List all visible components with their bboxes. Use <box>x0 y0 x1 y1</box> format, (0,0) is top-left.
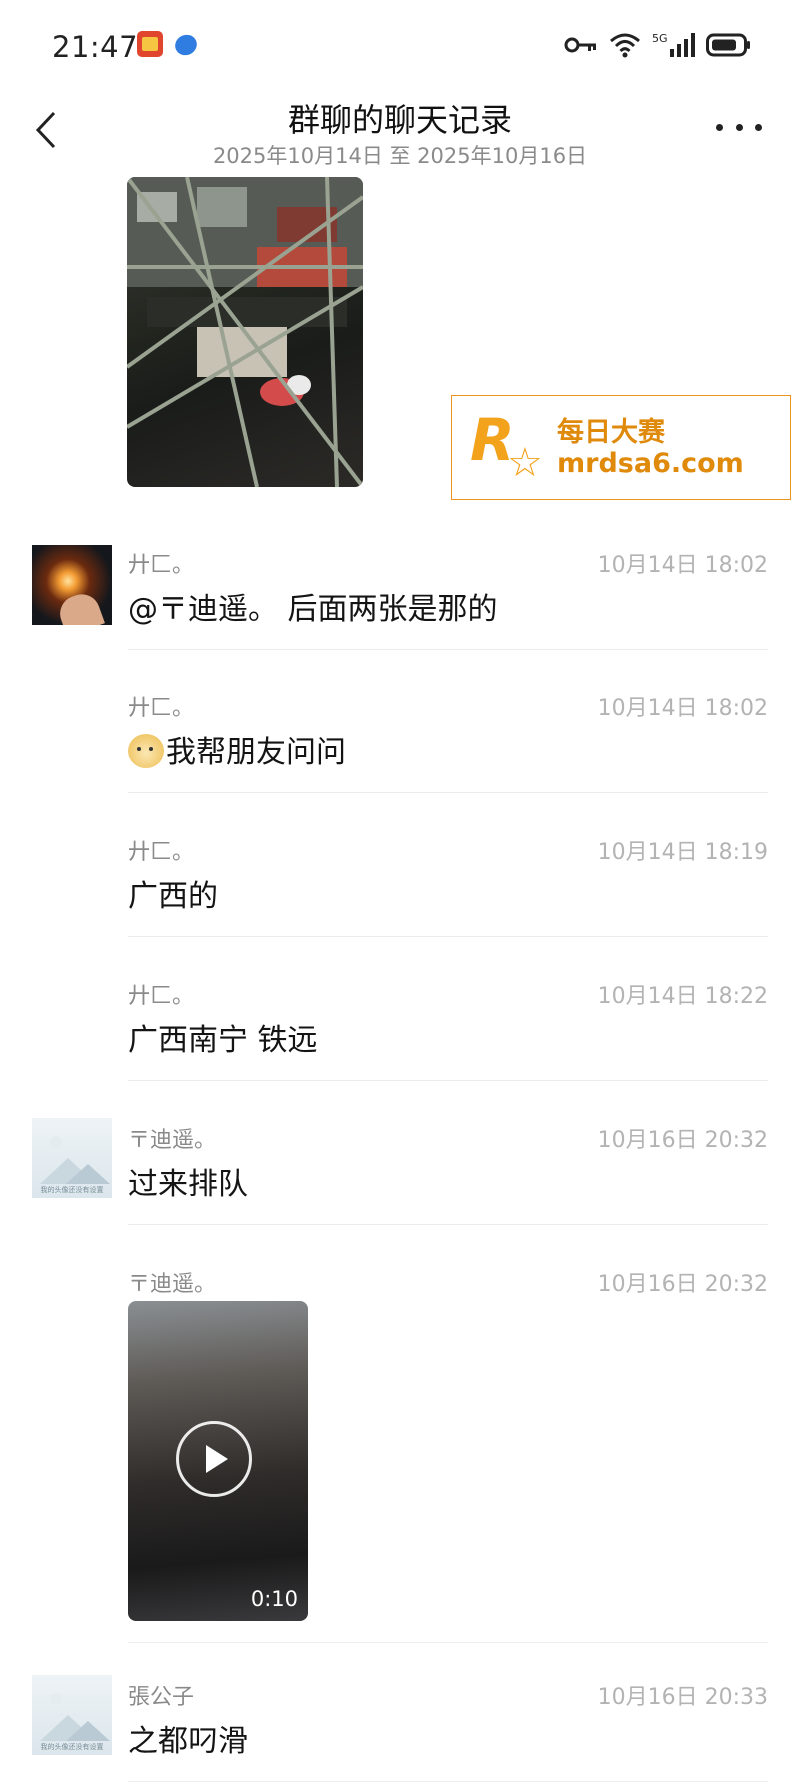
signal-5g-icon: 5G <box>652 31 696 59</box>
sender-name: 〒迪遥。 <box>128 1272 217 1297</box>
avatar[interactable]: 我的头像还没有设置 <box>32 1675 112 1755</box>
divider <box>128 1781 768 1782</box>
chat-message[interactable]: 廾匚。 10月14日 18:02 @〒迪遥。 后面两张是那的 <box>0 537 800 651</box>
status-time: 21:47 <box>52 30 139 64</box>
divider <box>128 1080 768 1081</box>
avatar-caption: 我的头像还没有设置 <box>40 1743 104 1751</box>
photo-content <box>127 177 363 487</box>
sender-name: 張公子 <box>128 1685 195 1710</box>
sender-name: 廾匚。 <box>128 840 195 865</box>
divider <box>128 1642 768 1643</box>
dot-icon <box>716 123 723 131</box>
watermark-brand-cn: 每日大赛 <box>557 417 665 448</box>
message-time: 10月16日 20:33 <box>597 1685 768 1710</box>
play-icon[interactable] <box>176 1421 252 1497</box>
message-text: 我帮朋友问问 <box>166 735 346 770</box>
message-text-row: 我帮朋友问问 <box>128 727 346 771</box>
divider <box>128 1224 768 1225</box>
chat-message[interactable]: 廾匚。 10月14日 18:19 广西的 <box>0 824 800 938</box>
browser-notification-icon <box>171 31 201 59</box>
sun-icon <box>50 1693 62 1705</box>
svg-text:5G: 5G <box>652 32 668 45</box>
chat-message[interactable]: 廾匚。 10月14日 18:02 我帮朋友问问 <box>0 680 800 794</box>
video-thumbnail[interactable]: 0:10 <box>128 1301 308 1621</box>
sender-name: 廾匚。 <box>128 984 195 1009</box>
message-text: 广西的 <box>128 879 218 914</box>
wifi-icon <box>608 31 642 59</box>
message-time: 10月14日 18:22 <box>597 984 768 1009</box>
video-duration: 0:10 <box>250 1587 298 1611</box>
app-notification-icon <box>137 31 163 57</box>
mountain-icon <box>66 1164 110 1184</box>
sun-icon <box>50 1136 62 1148</box>
dot-icon <box>735 123 743 131</box>
dot-icon <box>755 123 762 131</box>
message-text: 广西南宁 铁远 <box>128 1023 318 1058</box>
status-indicators: 5G <box>564 28 752 62</box>
message-text: @〒迪遥。 后面两张是那的 <box>128 592 498 627</box>
message-text: 之都叼滑 <box>128 1724 248 1759</box>
avatar[interactable]: 我的头像还没有设置 <box>32 1118 112 1198</box>
chat-message[interactable]: 廾匚。 10月14日 18:22 广西南宁 铁远 <box>0 968 800 1082</box>
mountain-icon <box>66 1721 110 1741</box>
divider <box>128 936 768 937</box>
message-time: 10月14日 18:02 <box>597 553 768 578</box>
watermark-url: mrdsa6.com <box>557 448 744 479</box>
divider <box>128 792 768 793</box>
message-time: 10月16日 20:32 <box>597 1272 768 1297</box>
divider <box>128 649 768 650</box>
sender-name: 〒迪遥。 <box>128 1128 217 1153</box>
date-range: 2025年10月14日 至 2025年10月16日 <box>212 144 588 168</box>
avatar[interactable] <box>32 545 112 625</box>
more-options-button[interactable] <box>716 112 762 142</box>
message-time: 10月16日 20:32 <box>597 1128 768 1153</box>
battery-icon <box>706 33 752 57</box>
doge-emoji-icon <box>128 734 164 768</box>
sender-name: 廾匚。 <box>128 553 195 578</box>
star-icon: ☆ <box>507 440 543 486</box>
chat-message[interactable]: 我的头像还没有设置 張公子 10月16日 20:33 之都叼滑 <box>0 1669 800 1783</box>
message-text: 过来排队 <box>128 1167 248 1202</box>
chat-message[interactable]: 〒迪遥。 10月16日 20:32 0:10 <box>0 1256 800 1644</box>
sender-name: 廾匚。 <box>128 696 195 721</box>
page-title: 群聊的聊天记录 <box>287 101 512 139</box>
message-time: 10月14日 18:19 <box>597 840 768 865</box>
street-photo[interactable] <box>127 177 363 487</box>
chat-message[interactable]: 我的头像还没有设置 〒迪遥。 10月16日 20:32 过来排队 <box>0 1112 800 1226</box>
message-time: 10月14日 18:02 <box>597 696 768 721</box>
vpn-key-icon <box>564 35 598 55</box>
avatar-caption: 我的头像还没有设置 <box>40 1186 104 1194</box>
watermark-banner: R ☆ 每日大赛 mrdsa6.com <box>451 395 791 500</box>
